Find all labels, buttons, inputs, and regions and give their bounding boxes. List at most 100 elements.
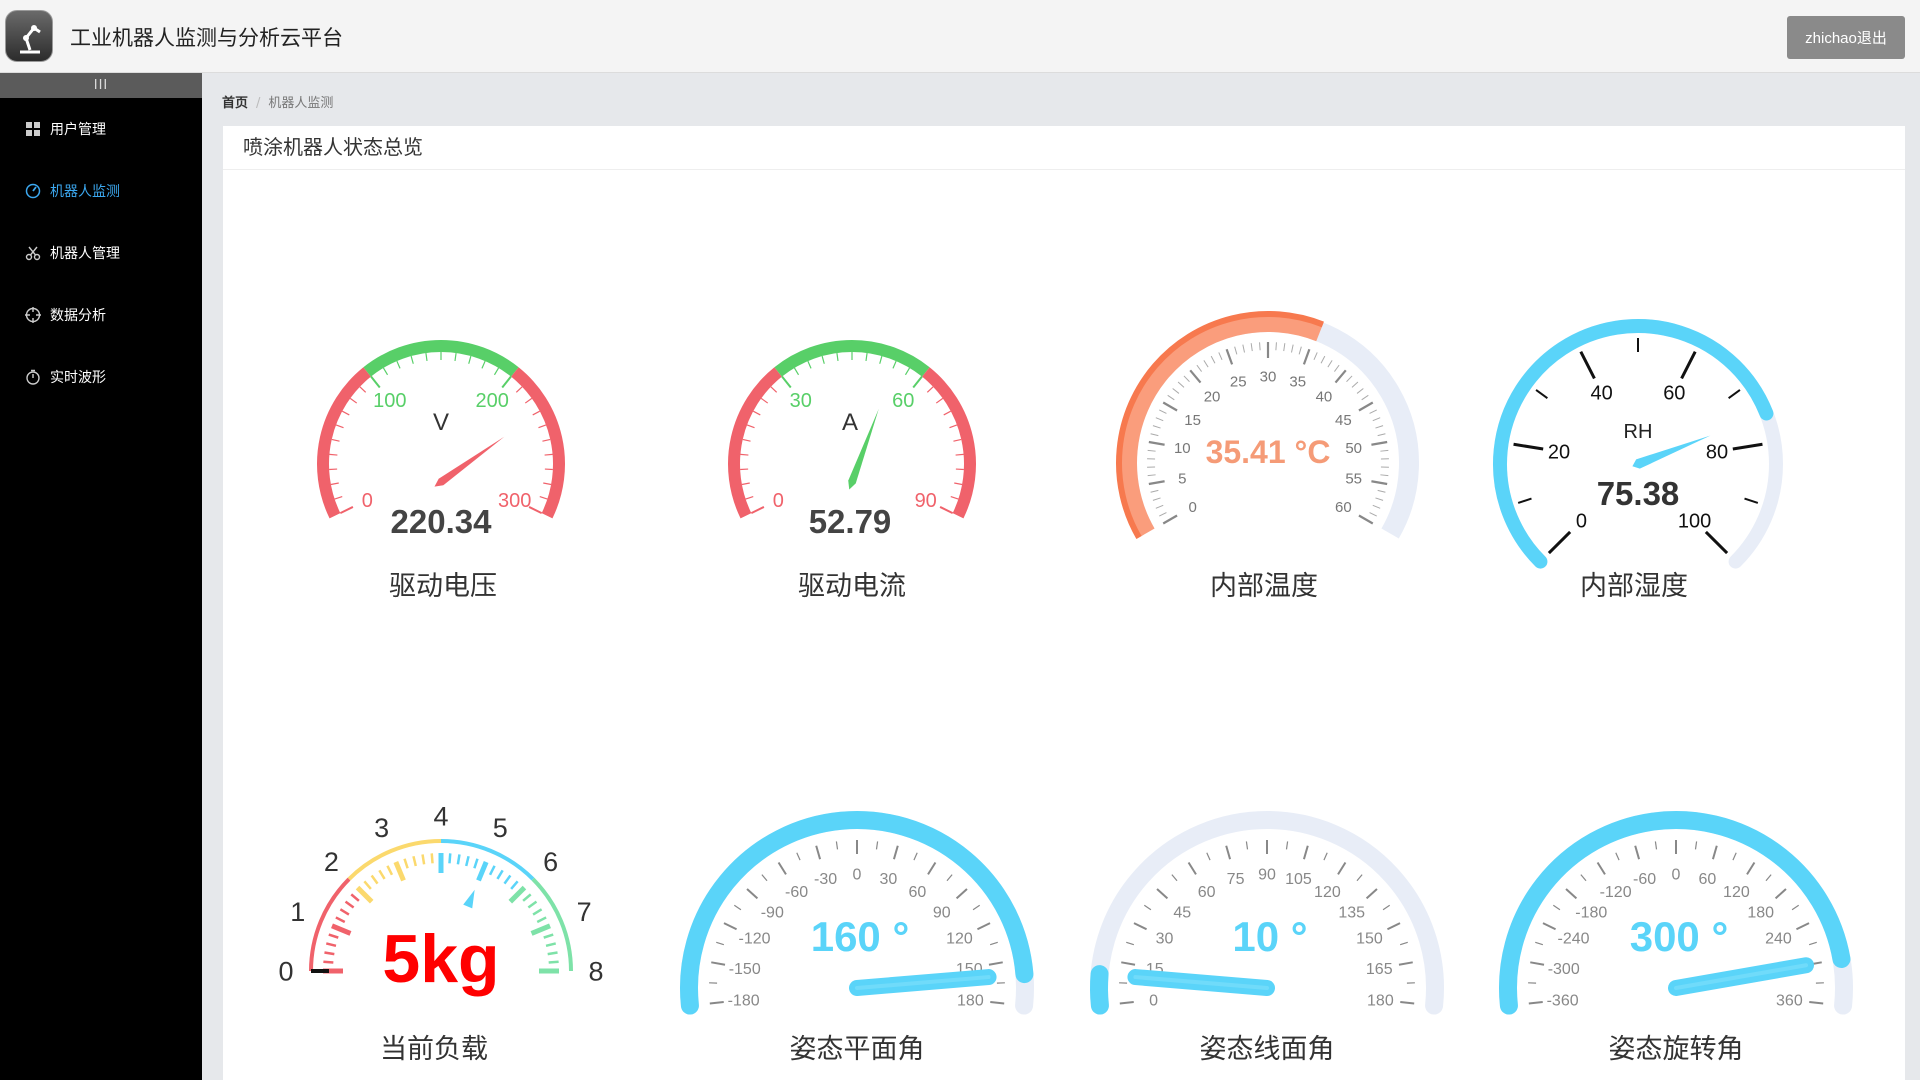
rotation-angle-gauge: -360-300-240-180-120-6006012018024030036… (1499, 811, 1853, 1065)
line-tick (1245, 841, 1249, 850)
line-tick-label: 90 (1258, 867, 1276, 884)
logout-button[interactable]: zhichao退出 (1787, 16, 1905, 59)
current-tick-label: 30 (790, 390, 812, 412)
temperature-tick (1159, 409, 1167, 414)
temperature-caption: 内部温度 (1210, 571, 1318, 602)
humidity-tick-label: 20 (1548, 441, 1570, 463)
sidebar: III 用户管理 机器人监测 机器人管理 数据分析 实时波形 (0, 73, 202, 1080)
current-tick (752, 410, 761, 416)
temperature-tick (1377, 433, 1386, 437)
current-tick (953, 438, 962, 442)
temperature-tick-label: 45 (1335, 412, 1352, 429)
sidebar-item-realtime-waveform[interactable]: 实时波形 (0, 346, 202, 408)
voltage-value: 220.34 (391, 503, 493, 540)
temperature-tick (1380, 474, 1389, 477)
rotation-tick (1765, 874, 1772, 882)
current-tick-label: 60 (892, 390, 914, 412)
rotation-tick (1711, 845, 1718, 860)
rotation-tick-label: 180 (1747, 904, 1774, 921)
rotation-tick (1565, 888, 1578, 900)
humidity-caption: 内部湿度 (1580, 571, 1688, 602)
load-zero-mark (311, 969, 329, 973)
sidebar-item-user-management[interactable]: 用户管理 (0, 98, 202, 160)
rotation-tick (1535, 941, 1544, 946)
current-band-0 (728, 367, 782, 519)
current-tick (912, 375, 923, 389)
line-tick (1126, 941, 1135, 946)
plane-tick (955, 888, 968, 900)
plane-angle-value: 160 ° (811, 913, 910, 960)
load-tick (344, 900, 355, 909)
rotation-tick-label: 360 (1776, 993, 1803, 1010)
temperature-tick (1162, 401, 1178, 412)
plane-tick (711, 961, 726, 966)
stopwatch-icon (24, 368, 42, 386)
voltage-caption: 驱动电压 (389, 571, 497, 602)
temperature-tick (1283, 343, 1286, 352)
plane-tick (835, 841, 839, 850)
current-tick (740, 453, 749, 456)
rotation-tick (1530, 961, 1545, 966)
line-tick (1323, 852, 1328, 861)
current-tick (770, 386, 778, 393)
sidebar-item-label: 机器人监测 (50, 184, 120, 200)
line-tick (1225, 845, 1232, 860)
rotation-tick-label: -60 (1633, 871, 1656, 888)
temperature-tick-label: 10 (1174, 440, 1191, 457)
load-tick-label: 1 (290, 897, 305, 927)
line-tick (1399, 941, 1408, 946)
line-tick-label: 60 (1198, 884, 1216, 901)
voltage-tick (339, 506, 354, 514)
plane-tick (977, 922, 991, 931)
rotation-tick-label: 60 (1699, 871, 1717, 888)
sidebar-toggle[interactable]: III (0, 73, 202, 98)
load-gauge: 0 12 3 4 5 67 8 5kg 当前负载 (278, 801, 603, 1065)
plane-tick (892, 845, 899, 860)
current-tick (954, 482, 963, 486)
voltage-tick (382, 367, 389, 376)
plane-angle-caption: 姿态平面角 (790, 1034, 925, 1065)
temperature-tick (1302, 348, 1311, 365)
sidebar-item-robot-monitor[interactable]: 机器人监测 (0, 160, 202, 222)
load-tick (331, 923, 352, 936)
breadcrumb-home[interactable]: 首页 (222, 96, 248, 111)
voltage-tick (341, 410, 350, 416)
line-angle-caption: 姿态线面角 (1200, 1034, 1335, 1065)
sidebar-item-data-analysis[interactable]: 数据分析 (0, 284, 202, 346)
current-tick (879, 355, 883, 364)
voltage-needle (434, 436, 505, 487)
voltage-unit-label: V (433, 409, 449, 436)
humidity-tick (1732, 442, 1763, 451)
current-tick-label: 0 (773, 490, 784, 512)
voltage-tick (538, 424, 547, 429)
voltage-tick (425, 352, 428, 362)
load-tick-label: 3 (374, 813, 389, 843)
load-tick (488, 865, 496, 876)
plane-tick-label: -30 (814, 871, 837, 888)
humidity-tick-label: 40 (1591, 383, 1613, 405)
voltage-tick (329, 453, 338, 456)
load-tick (545, 942, 557, 948)
plane-tick-label: 0 (853, 867, 862, 884)
humidity-unit-label: RH (1624, 421, 1653, 443)
temperature-tick-label: 20 (1204, 389, 1221, 406)
temperature-tick (1218, 352, 1223, 360)
voltage-tick (515, 386, 523, 393)
plane-tick (761, 874, 768, 882)
temperature-tick (1159, 512, 1167, 517)
line-tick (1398, 961, 1413, 966)
humidity-tick (1513, 442, 1544, 451)
sidebar-item-robot-management[interactable]: 机器人管理 (0, 222, 202, 284)
load-tick (543, 933, 554, 939)
current-tick (741, 482, 750, 486)
plane-tick-label: -180 (728, 993, 760, 1010)
temperature-tick (1242, 344, 1245, 353)
rotation-tick-label: -120 (1600, 884, 1632, 901)
plane-tick (815, 845, 822, 860)
voltage-tick (410, 355, 414, 364)
line-tick-label: 150 (1356, 931, 1383, 948)
rotation-tick-label: -180 (1575, 904, 1607, 921)
line-tick-label: 105 (1285, 871, 1312, 888)
voltage-tick (396, 360, 401, 369)
temperature-tick (1155, 417, 1164, 422)
